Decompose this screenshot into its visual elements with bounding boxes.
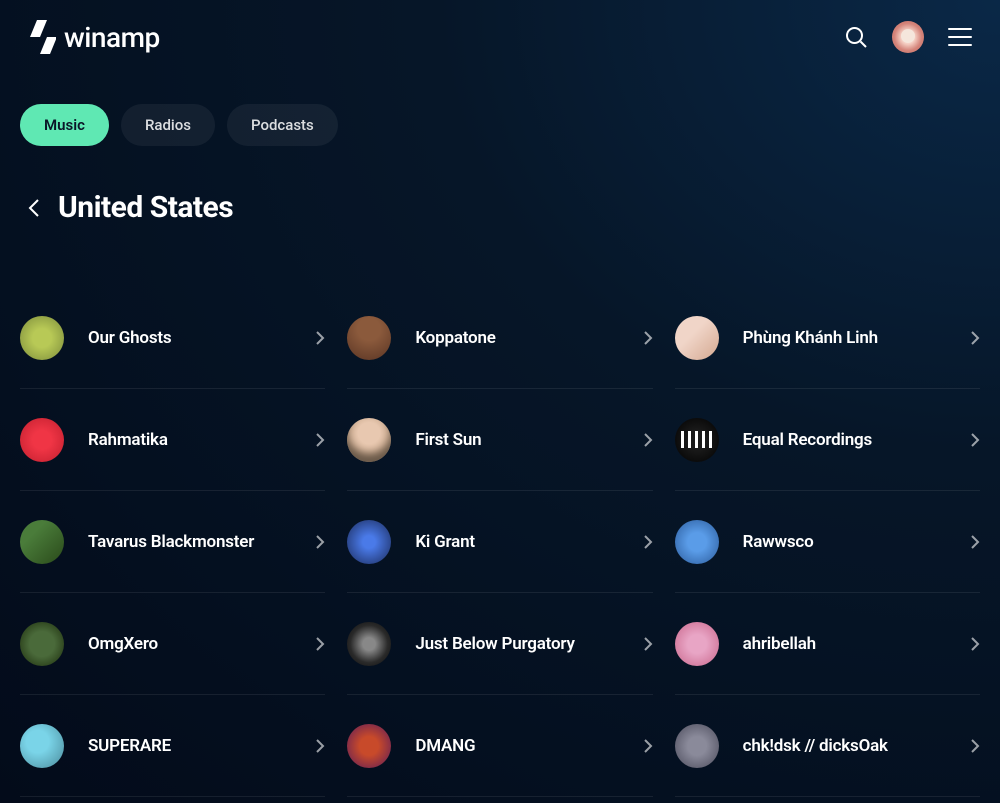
chevron-right-icon	[315, 330, 325, 346]
chevron-right-icon	[970, 534, 980, 550]
artist-avatar	[675, 520, 719, 564]
chevron-right-icon	[315, 534, 325, 550]
app-header: winamp	[0, 0, 1000, 74]
artist-avatar	[20, 622, 64, 666]
artist-row[interactable]: Koppatone	[347, 287, 652, 389]
tab-radios[interactable]: Radios	[121, 104, 215, 146]
artist-grid: Our Ghosts Koppatone Phùng Khánh Linh Ra…	[0, 287, 1000, 797]
artist-name: Koppatone	[415, 328, 618, 348]
artist-name: Rawwsco	[743, 532, 946, 552]
artist-avatar	[347, 622, 391, 666]
chevron-right-icon	[970, 738, 980, 754]
artist-name: chk!dsk // dicksOak	[743, 736, 946, 756]
logo[interactable]: winamp	[28, 20, 160, 54]
chevron-right-icon	[970, 636, 980, 652]
artist-avatar	[675, 622, 719, 666]
chevron-right-icon	[643, 738, 653, 754]
artist-name: Ki Grant	[415, 532, 618, 552]
artist-name: Tavarus Blackmonster	[88, 532, 291, 552]
header-actions	[844, 21, 972, 53]
chevron-left-icon	[28, 198, 40, 218]
page-title: United States	[58, 190, 233, 225]
tab-podcasts[interactable]: Podcasts	[227, 104, 338, 146]
artist-name: ahribellah	[743, 634, 946, 654]
artist-name: Phùng Khánh Linh	[743, 328, 946, 348]
artist-row[interactable]: Our Ghosts	[20, 287, 325, 389]
artist-avatar	[347, 316, 391, 360]
chevron-right-icon	[643, 636, 653, 652]
artist-name: Rahmatika	[88, 430, 291, 450]
artist-row[interactable]: First Sun	[347, 389, 652, 491]
artist-row[interactable]: Rawwsco	[675, 491, 980, 593]
artist-avatar	[20, 724, 64, 768]
chevron-right-icon	[315, 738, 325, 754]
chevron-right-icon	[643, 432, 653, 448]
chevron-right-icon	[643, 534, 653, 550]
back-button[interactable]	[28, 198, 40, 218]
artist-row[interactable]: Ki Grant	[347, 491, 652, 593]
hamburger-menu-icon[interactable]	[948, 28, 972, 46]
artist-row[interactable]: Rahmatika	[20, 389, 325, 491]
artist-avatar	[675, 418, 719, 462]
chevron-right-icon	[315, 636, 325, 652]
artist-row[interactable]: SUPERARE	[20, 695, 325, 797]
chevron-right-icon	[970, 432, 980, 448]
artist-row[interactable]: OmgXero	[20, 593, 325, 695]
artist-avatar	[20, 418, 64, 462]
logo-text: winamp	[64, 21, 160, 54]
artist-name: Our Ghosts	[88, 328, 291, 348]
artist-row[interactable]: chk!dsk // dicksOak	[675, 695, 980, 797]
artist-name: OmgXero	[88, 634, 291, 654]
tab-music[interactable]: Music	[20, 104, 109, 146]
chevron-right-icon	[970, 330, 980, 346]
winamp-logo-icon	[28, 20, 56, 54]
artist-row[interactable]: DMANG	[347, 695, 652, 797]
artist-name: DMANG	[415, 736, 618, 756]
search-icon[interactable]	[844, 25, 868, 49]
category-tabs: Music Radios Podcasts	[0, 104, 1000, 146]
artist-avatar	[347, 520, 391, 564]
artist-avatar	[675, 316, 719, 360]
artist-avatar	[675, 724, 719, 768]
artist-name: Equal Recordings	[743, 430, 946, 450]
chevron-right-icon	[315, 432, 325, 448]
artist-name: SUPERARE	[88, 736, 291, 756]
chevron-right-icon	[643, 330, 653, 346]
artist-row[interactable]: Equal Recordings	[675, 389, 980, 491]
artist-row[interactable]: Just Below Purgatory	[347, 593, 652, 695]
artist-avatar	[347, 724, 391, 768]
artist-name: First Sun	[415, 430, 618, 450]
artist-avatar	[20, 316, 64, 360]
artist-row[interactable]: ahribellah	[675, 593, 980, 695]
artist-row[interactable]: Tavarus Blackmonster	[20, 491, 325, 593]
title-row: United States	[0, 190, 1000, 225]
user-avatar[interactable]	[892, 21, 924, 53]
artist-name: Just Below Purgatory	[415, 634, 618, 654]
artist-avatar	[347, 418, 391, 462]
artist-avatar	[20, 520, 64, 564]
artist-row[interactable]: Phùng Khánh Linh	[675, 287, 980, 389]
